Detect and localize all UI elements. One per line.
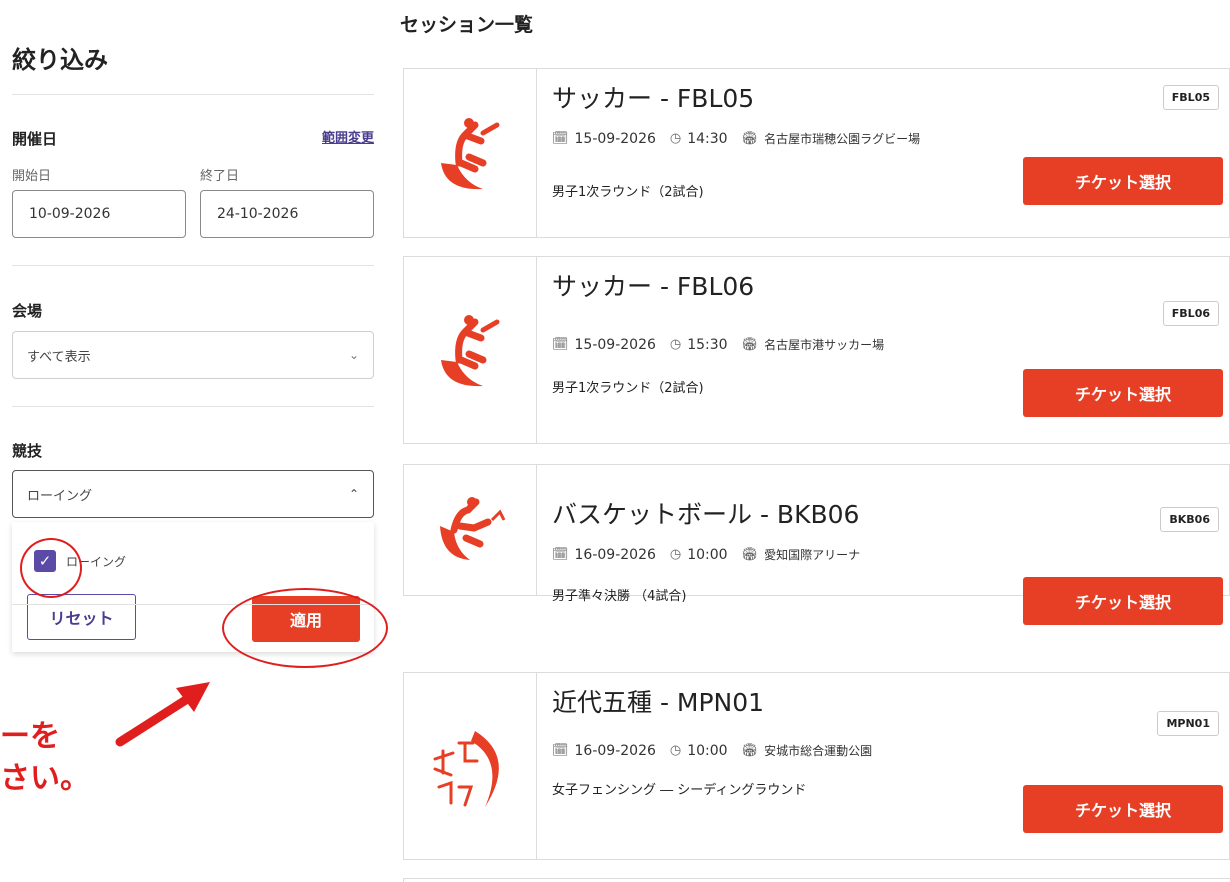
filter-title: 絞り込み xyxy=(12,46,108,74)
annotation-line-2: さい。 xyxy=(0,761,90,796)
select-ticket-button[interactable]: チケット選択 xyxy=(1023,369,1223,417)
session-name: サッカー - FBL05 xyxy=(552,84,755,113)
calendar-icon: 🗓 xyxy=(552,547,569,562)
session-card: バスケットボール - BKB06 BKB06 🗓 16-09-2026 ◷ 10… xyxy=(403,464,1230,625)
basketball-pictogram-icon xyxy=(404,465,537,595)
session-meta: 🗓 15-09-2026 ◷ 15:30 🏟 名古屋市港サッカー場 xyxy=(552,337,884,353)
session-time: 10:00 xyxy=(687,743,728,759)
venue-select-value: すべて表示 xyxy=(27,349,91,365)
calendar-icon: 🗓 xyxy=(552,131,569,146)
session-date: 16-09-2026 xyxy=(574,547,656,563)
modern-pentathlon-pictogram-icon xyxy=(404,673,537,859)
range-change-link[interactable]: 範囲変更 xyxy=(322,127,374,146)
start-date-input[interactable]: 10-09-2026 xyxy=(12,190,186,238)
session-card: サッカー - FBL05 FBL05 🗓 15-09-2026 ◷ 14:30 … xyxy=(403,68,1230,238)
session-venue: 名古屋市港サッカー場 xyxy=(764,338,885,352)
calendar-icon: 🗓 xyxy=(552,743,569,758)
venue-select[interactable]: すべて表示 ⌄ xyxy=(12,331,374,379)
session-description: 女子フェンシング ― シーディングラウンド xyxy=(552,783,807,798)
sport-select[interactable]: ローイング ⌃ xyxy=(12,470,374,518)
annotation-arrow-icon xyxy=(115,682,210,747)
clock-icon: ◷ xyxy=(669,131,682,146)
venue-icon: 🏟 xyxy=(741,131,759,146)
annotation-circle-apply xyxy=(222,588,388,668)
session-meta: 🗓 16-09-2026 ◷ 10:00 🏟 愛知国際アリーナ xyxy=(552,547,860,563)
venue-icon: 🏟 xyxy=(741,743,759,758)
session-time: 10:00 xyxy=(687,547,728,563)
end-date-label: 終了日 xyxy=(200,169,240,184)
end-date-input[interactable]: 24-10-2026 xyxy=(200,190,374,238)
session-description: 男子1次ラウンド（2試合) xyxy=(552,381,704,396)
session-code-badge: MPN01 xyxy=(1157,711,1219,736)
session-card-partial xyxy=(403,878,1230,882)
annotation-text: ーを さい。 xyxy=(0,716,90,800)
select-ticket-button[interactable]: チケット選択 xyxy=(1023,157,1223,205)
chevron-up-icon: ⌃ xyxy=(348,487,359,501)
clock-icon: ◷ xyxy=(669,337,682,352)
venue-icon: 🏟 xyxy=(741,337,759,352)
divider xyxy=(12,94,374,95)
end-date-value: 24-10-2026 xyxy=(217,206,299,222)
session-meta: 🗓 15-09-2026 ◷ 14:30 🏟 名古屋市瑞穂公園ラグビー場 xyxy=(552,131,920,147)
session-meta: 🗓 16-09-2026 ◷ 10:00 🏟 安城市総合運動公園 xyxy=(552,743,872,759)
venue-section-label: 会場 xyxy=(12,302,43,320)
session-description: 男子1次ラウンド（2試合) xyxy=(552,185,704,200)
start-date-label: 開始日 xyxy=(12,169,52,184)
session-list-title: セッション一覧 xyxy=(400,14,534,36)
date-section-label: 開催日 xyxy=(12,130,58,148)
divider xyxy=(12,406,374,407)
calendar-icon: 🗓 xyxy=(552,337,569,352)
annotation-circle-checkbox xyxy=(20,538,82,598)
select-ticket-button[interactable]: チケット選択 xyxy=(1023,577,1223,625)
session-time: 15:30 xyxy=(687,337,728,353)
sport-section-label: 競技 xyxy=(12,442,43,460)
chevron-down-icon: ⌄ xyxy=(348,348,359,362)
venue-icon: 🏟 xyxy=(741,547,759,562)
divider xyxy=(12,265,374,266)
session-card: サッカー - FBL06 FBL06 🗓 15-09-2026 ◷ 15:30 … xyxy=(403,256,1230,444)
session-name: バスケットボール - BKB06 xyxy=(552,500,860,529)
session-name: サッカー - FBL06 xyxy=(552,272,755,301)
soccer-pictogram-icon xyxy=(404,69,537,237)
session-date: 15-09-2026 xyxy=(574,131,656,147)
reset-button[interactable]: リセット xyxy=(27,594,136,640)
session-venue: 名古屋市瑞穂公園ラグビー場 xyxy=(764,132,921,146)
session-name: 近代五種 - MPN01 xyxy=(552,688,765,717)
clock-icon: ◷ xyxy=(669,743,682,758)
session-date: 16-09-2026 xyxy=(574,743,656,759)
annotation-line-1: ーを xyxy=(0,719,60,754)
start-date-value: 10-09-2026 xyxy=(29,206,111,222)
session-time: 14:30 xyxy=(687,131,728,147)
session-description: 男子準々決勝 （4試合) xyxy=(552,589,687,604)
session-date: 15-09-2026 xyxy=(574,337,656,353)
session-code-badge: BKB06 xyxy=(1160,507,1219,532)
session-card: 近代五種 - MPN01 MPN01 🗓 16-09-2026 ◷ 10:00 … xyxy=(403,672,1230,860)
session-code-badge: FBL06 xyxy=(1162,301,1219,326)
soccer-pictogram-icon xyxy=(404,257,537,443)
session-venue: 安城市総合運動公園 xyxy=(764,744,873,758)
session-venue: 愛知国際アリーナ xyxy=(764,548,861,562)
session-code-badge: FBL05 xyxy=(1162,85,1219,110)
clock-icon: ◷ xyxy=(669,547,682,562)
sport-select-value: ローイング xyxy=(27,488,93,504)
select-ticket-button[interactable]: チケット選択 xyxy=(1023,785,1223,833)
